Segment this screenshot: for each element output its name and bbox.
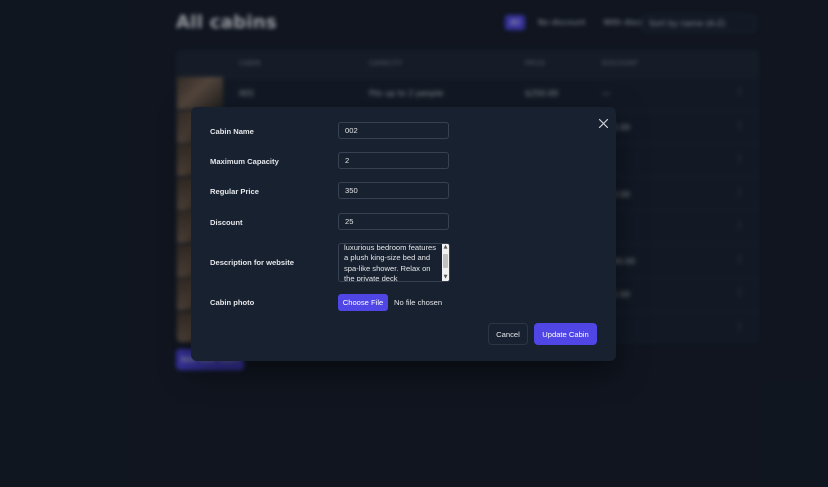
edit-cabin-modal: Cabin Name 002 Maximum Capacity 2 Regula… (191, 107, 616, 361)
max-capacity-input[interactable]: 2 (338, 152, 449, 169)
choose-file-button[interactable]: Choose File (338, 294, 388, 311)
regular-price-label: Regular Price (210, 187, 259, 196)
close-button[interactable] (598, 114, 609, 129)
close-icon (598, 118, 609, 129)
discount-input[interactable]: 25 (338, 213, 449, 230)
file-status: No file chosen (394, 298, 443, 307)
description-textarea[interactable]: luxurious bedroom features a plush king-… (338, 243, 450, 282)
discount-label: Discount (210, 218, 243, 227)
cancel-button[interactable]: Cancel (488, 323, 528, 345)
description-text: luxurious bedroom features a plush king-… (344, 243, 437, 282)
cabin-name-label: Cabin Name (210, 127, 254, 136)
max-capacity-label: Maximum Capacity (210, 157, 279, 166)
cabin-photo-label: Cabin photo (210, 298, 255, 307)
scroll-up-icon[interactable]: ▲ (442, 244, 449, 251)
description-scrollbar[interactable]: ▲ ▼ (442, 244, 449, 281)
update-cabin-button[interactable]: Update Cabin (534, 323, 597, 345)
description-label: Description for website (210, 258, 294, 267)
scroll-thumb[interactable] (443, 254, 448, 268)
scroll-down-icon[interactable]: ▼ (442, 274, 449, 281)
cabin-name-input[interactable]: 002 (338, 122, 449, 139)
regular-price-input[interactable]: 350 (338, 182, 449, 199)
